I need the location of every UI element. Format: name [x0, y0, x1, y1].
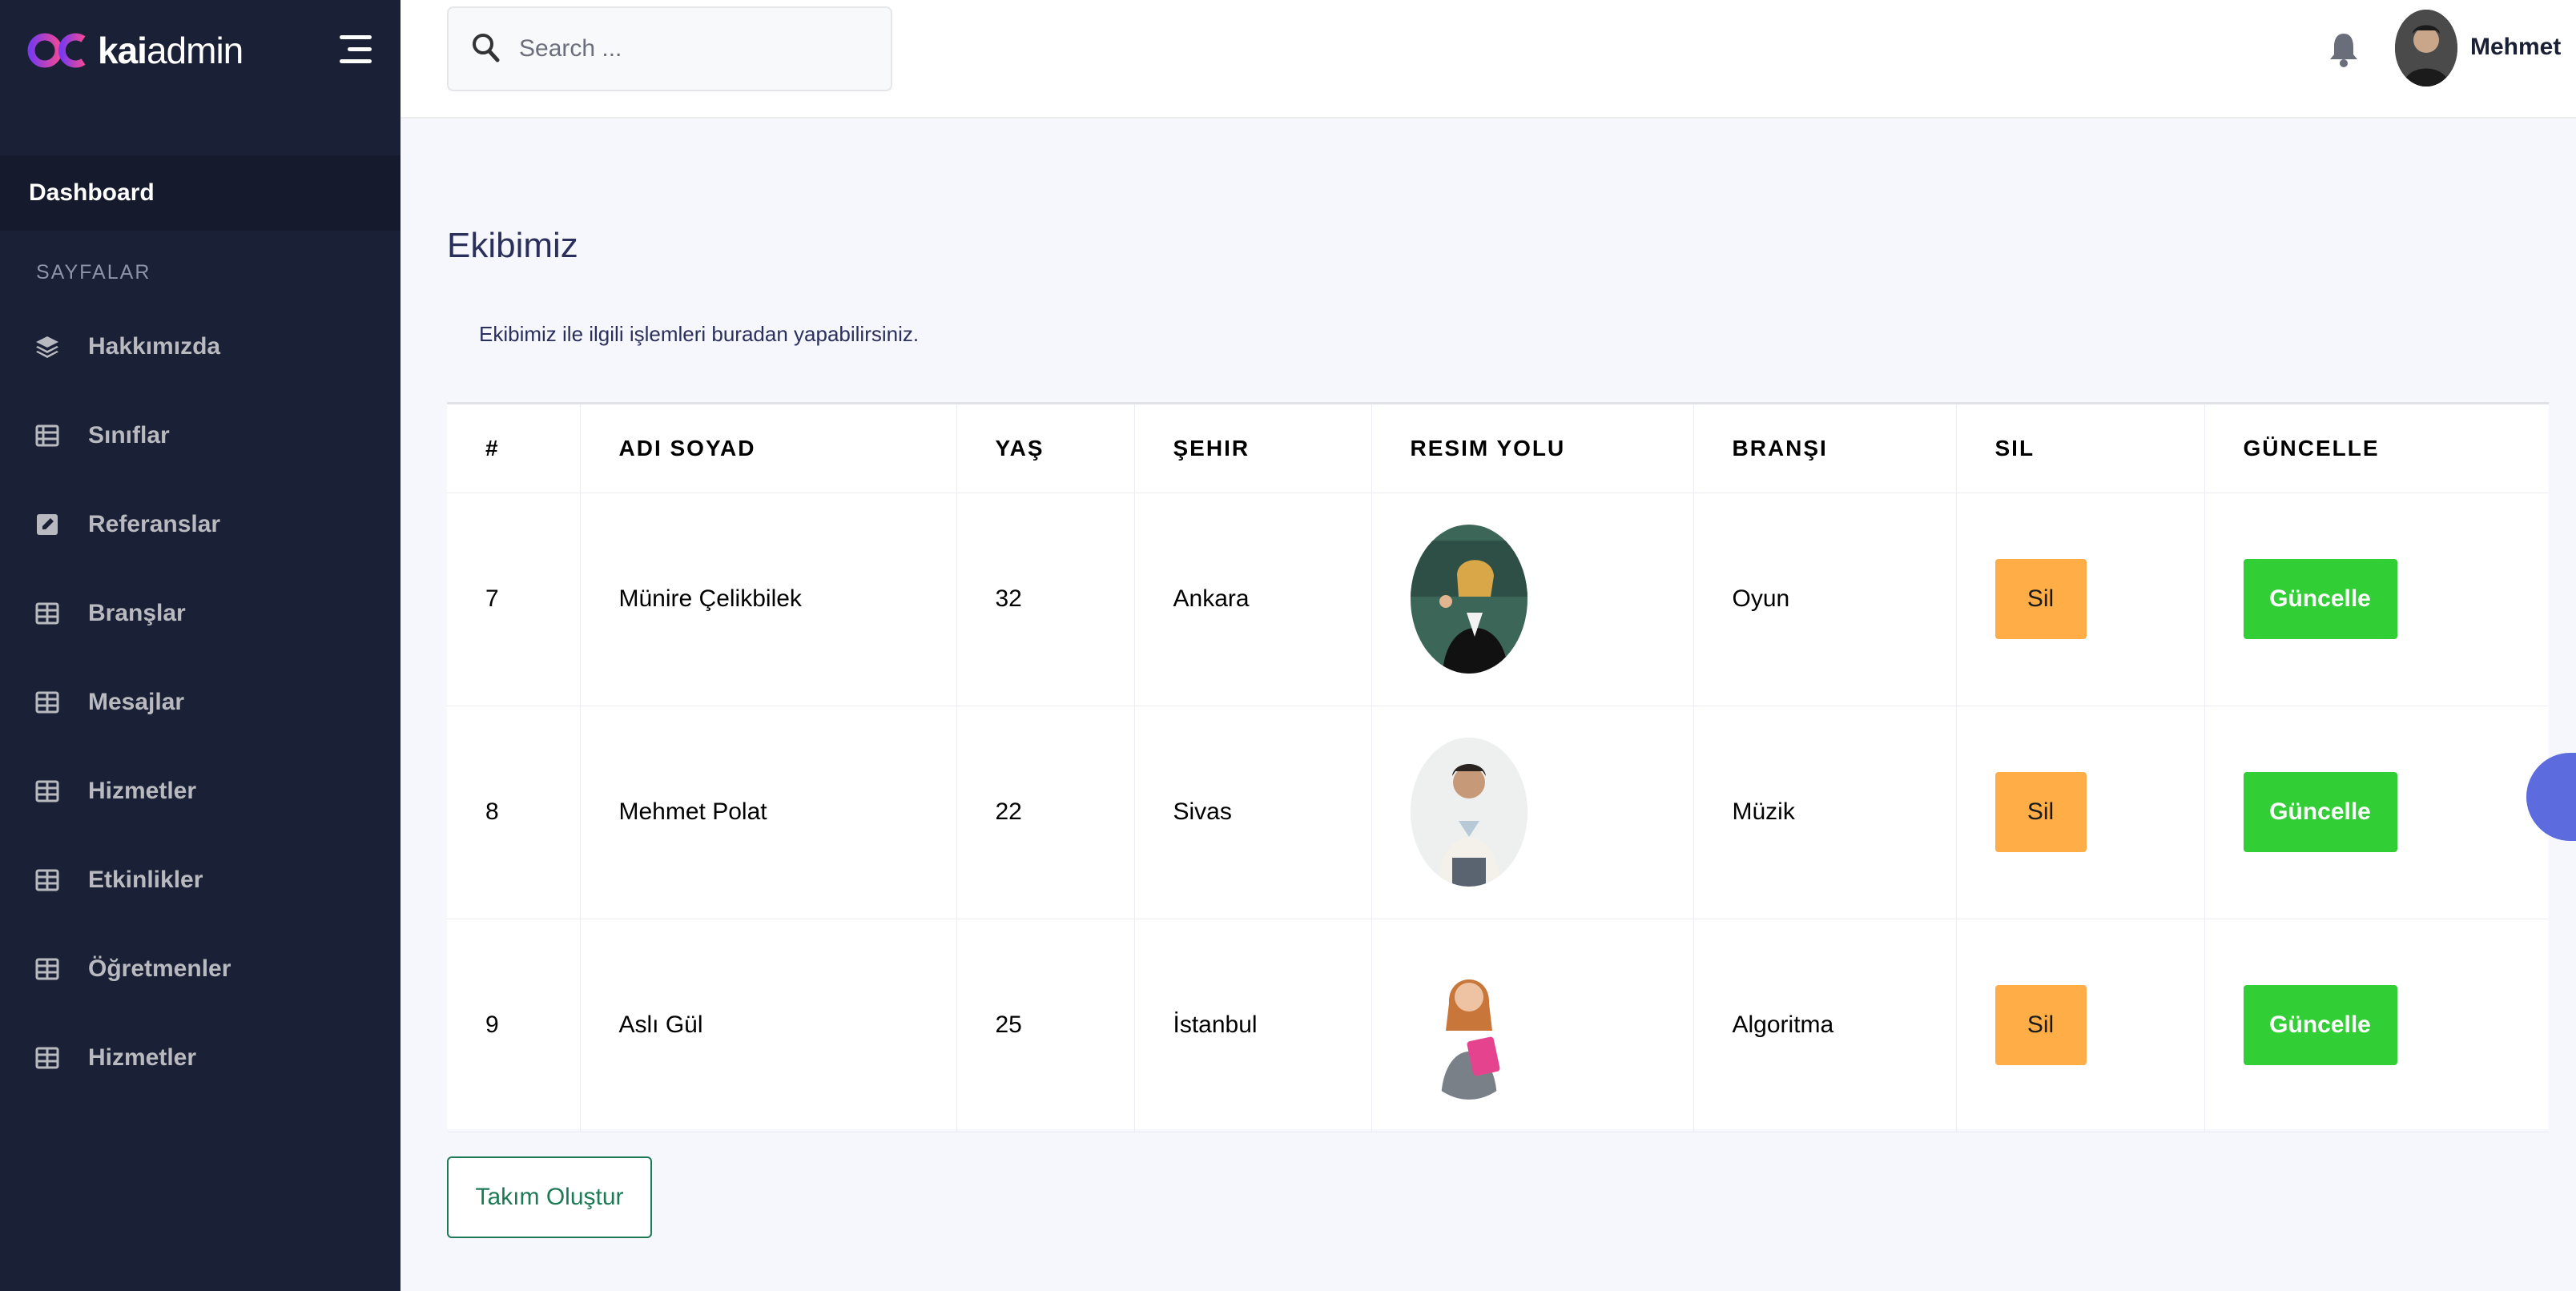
sidebar-item-label: Branşlar	[88, 599, 186, 626]
member-photo	[1410, 525, 1527, 674]
sidebar-item-siniflar[interactable]: Sınıflar	[0, 391, 400, 480]
table-header-row: # ADI SOYAD YAŞ ŞEHIR RESIM YOLU BRANŞI …	[447, 404, 2549, 493]
sidebar-item-label: Etkinlikler	[88, 866, 203, 893]
sidebar-item-branslar[interactable]: Branşlar	[0, 569, 400, 658]
update-button[interactable]: Güncelle	[2243, 985, 2397, 1065]
delete-button[interactable]: Sil	[1994, 559, 2087, 639]
menu-toggle-icon[interactable]	[336, 35, 372, 64]
page-title: Ekibimiz	[447, 226, 578, 265]
cell-update: Güncelle	[2204, 706, 2549, 919]
cell-name: Aslı Gül	[580, 919, 957, 1132]
column-header-update: GÜNCELLE	[2204, 404, 2549, 493]
top-header: Mehmet	[400, 0, 2576, 119]
update-button[interactable]: Güncelle	[2243, 772, 2397, 852]
sidebar-item-label: Hizmetler	[88, 1044, 197, 1071]
sidebar-item-hizmetler[interactable]: Hizmetler	[0, 746, 400, 835]
table-icon	[34, 1044, 61, 1072]
cell-name: Mehmet Polat	[580, 706, 957, 919]
avatar[interactable]	[2395, 10, 2457, 86]
column-header-age: YAŞ	[956, 404, 1135, 493]
sidebar-item-hakkimizda[interactable]: Hakkımızda	[0, 302, 400, 391]
layers-icon	[34, 333, 61, 360]
sidebar-item-hizmetler-2[interactable]: Hizmetler	[0, 1013, 400, 1102]
sidebar-item-label: Sınıflar	[88, 421, 170, 448]
sidebar-item-referanslar[interactable]: Referanslar	[0, 480, 400, 569]
table-icon	[34, 689, 61, 716]
cell-branch: Müzik	[1693, 706, 1957, 919]
sidebar-item-label: Öğretmenler	[88, 955, 231, 982]
cell-update: Güncelle	[2204, 919, 2549, 1132]
delete-button[interactable]: Sil	[1994, 985, 2087, 1065]
cell-delete: Sil	[1956, 919, 2205, 1132]
sidebar-section-label: SAYFALAR	[36, 261, 151, 284]
sidebar-item-label: Referanslar	[88, 510, 221, 537]
cell-id: 9	[447, 919, 581, 1132]
list-icon	[34, 422, 61, 449]
cell-image	[1371, 706, 1694, 919]
cell-age: 25	[956, 919, 1135, 1132]
table-row: 9 Aslı Gül 25 İstanbul Algoritma Sil Gün…	[447, 919, 2549, 1132]
sidebar-item-ogretmenler[interactable]: Öğretmenler	[0, 924, 400, 1013]
column-header-id: #	[447, 404, 581, 493]
column-header-delete: SIL	[1956, 404, 2205, 493]
cell-city: Ankara	[1134, 493, 1372, 706]
sidebar-item-dashboard[interactable]: Dashboard	[0, 155, 400, 231]
cell-id: 8	[447, 706, 581, 919]
sidebar-item-label: Mesajlar	[88, 688, 185, 715]
search-box[interactable]	[447, 6, 892, 91]
team-table: # ADI SOYAD YAŞ ŞEHIR RESIM YOLU BRANŞI …	[447, 404, 2549, 1132]
brand-logo-icon	[27, 28, 88, 73]
edit-square-icon	[34, 511, 61, 538]
page-description: Ekibimiz ile ilgili işlemleri buradan ya…	[479, 322, 920, 346]
cell-city: Sivas	[1134, 706, 1372, 919]
cell-branch: Algoritma	[1693, 919, 1957, 1132]
sidebar-item-mesajlar[interactable]: Mesajlar	[0, 658, 400, 746]
column-header-city: ŞEHIR	[1134, 404, 1372, 493]
cell-update: Güncelle	[2204, 493, 2549, 706]
logo-bar: kaiadmin	[0, 0, 400, 101]
table-icon	[34, 600, 61, 627]
username[interactable]: Mehmet	[2470, 34, 2561, 61]
column-header-name: ADI SOYAD	[580, 404, 957, 493]
sidebar-item-etkinlikler[interactable]: Etkinlikler	[0, 835, 400, 924]
search-input[interactable]	[519, 35, 855, 62]
delete-button[interactable]: Sil	[1994, 772, 2087, 852]
sidebar-item-label: Hizmetler	[88, 777, 197, 804]
cell-image	[1371, 493, 1694, 706]
cell-branch: Oyun	[1693, 493, 1957, 706]
brand-name: kaiadmin	[98, 30, 244, 71]
column-header-image: RESIM YOLU	[1371, 404, 1694, 493]
cell-delete: Sil	[1956, 706, 2205, 919]
cell-age: 22	[956, 706, 1135, 919]
cell-city: İstanbul	[1134, 919, 1372, 1132]
table-icon	[34, 955, 61, 983]
table-row: 7 Münire Çelikbilek 32 Ankara Oyun Sil G…	[447, 493, 2549, 706]
team-table-card: # ADI SOYAD YAŞ ŞEHIR RESIM YOLU BRANŞI …	[447, 402, 2549, 1132]
cell-delete: Sil	[1956, 493, 2205, 706]
cell-image	[1371, 919, 1694, 1132]
update-button[interactable]: Güncelle	[2243, 559, 2397, 639]
create-team-button[interactable]: Takım Oluştur	[447, 1156, 652, 1238]
search-icon[interactable]	[471, 32, 500, 66]
member-photo	[1410, 738, 1527, 887]
cell-id: 7	[447, 493, 581, 706]
table-icon	[34, 867, 61, 894]
cell-age: 32	[956, 493, 1135, 706]
cell-name: Münire Çelikbilek	[580, 493, 957, 706]
bell-icon[interactable]	[2328, 30, 2360, 67]
sidebar: kaiadmin Dashboard SAYFALAR Hakkımızda S…	[0, 0, 400, 1291]
column-header-branch: BRANŞI	[1693, 404, 1957, 493]
table-row: 8 Mehmet Polat 22 Sivas Müzik Sil Güncel…	[447, 706, 2549, 919]
sidebar-item-label: Hakkımızda	[88, 332, 221, 360]
member-photo	[1410, 951, 1527, 1100]
table-icon	[34, 778, 61, 805]
